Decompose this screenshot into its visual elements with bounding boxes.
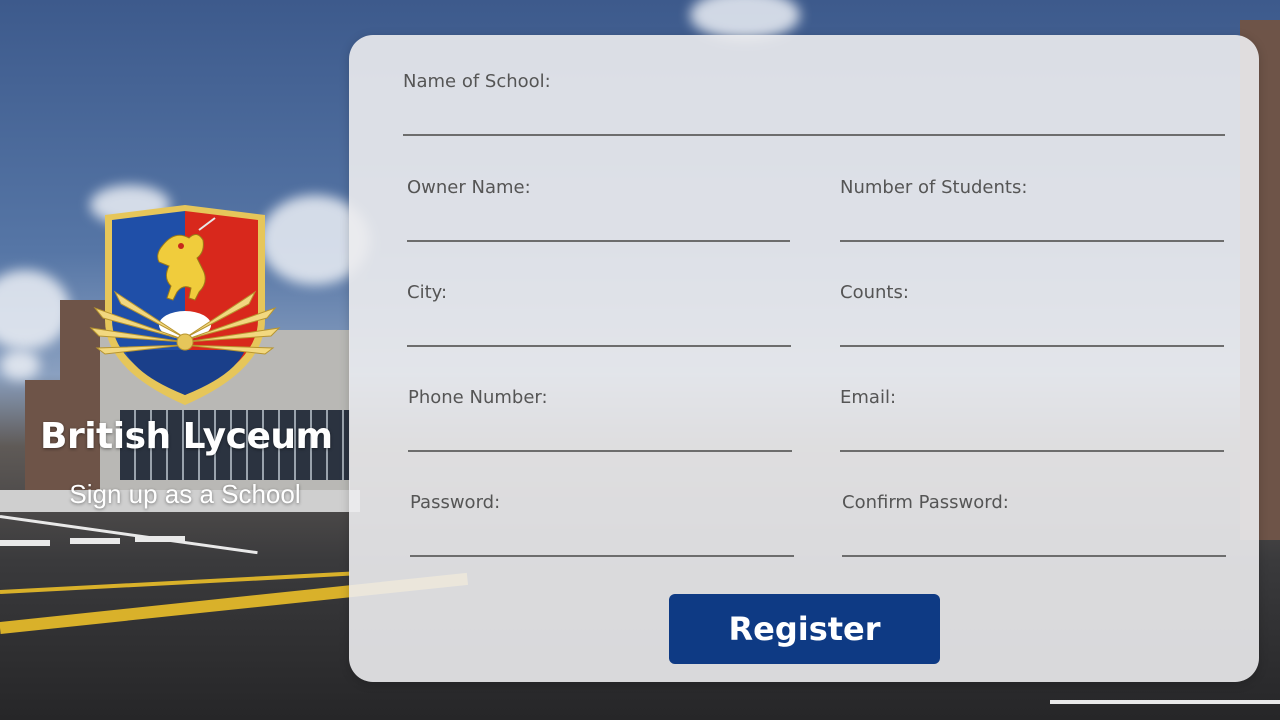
register-button[interactable]: Register [669, 594, 940, 664]
email-input[interactable] [840, 422, 1224, 452]
number-of-students-field: Number of Students: [840, 177, 1224, 242]
password-field: Password: [410, 492, 794, 557]
number-of-students-label: Number of Students: [840, 177, 1028, 198]
city-input[interactable] [407, 317, 791, 347]
email-field: Email: [840, 387, 1224, 452]
school-name-label: Name of School: [403, 71, 551, 92]
school-signup-form: Name of School: Owner Name: Number of St… [349, 35, 1259, 682]
confirm-password-field: Confirm Password: [842, 492, 1226, 557]
phone-number-field: Phone Number: [408, 387, 792, 452]
counts-input[interactable] [840, 317, 1224, 347]
password-input[interactable] [410, 527, 794, 557]
number-of-students-input[interactable] [840, 212, 1224, 242]
confirm-password-label: Confirm Password: [842, 492, 1009, 513]
lion-shield-crest-icon [89, 205, 281, 405]
owner-name-input[interactable] [407, 212, 790, 242]
school-name-field: Name of School: [403, 71, 1225, 136]
owner-name-label: Owner Name: [407, 177, 531, 198]
city-field: City: [407, 282, 791, 347]
brand-block: British Lyceum Sign up as a School [40, 200, 333, 510]
owner-name-field: Owner Name: [407, 177, 790, 242]
signup-screen: British Lyceum Sign up as a School Name … [0, 0, 1280, 720]
confirm-password-input[interactable] [842, 527, 1226, 557]
phone-number-input[interactable] [408, 422, 792, 452]
counts-field: Counts: [840, 282, 1224, 347]
page-subtitle: Sign up as a School [69, 479, 301, 509]
email-label: Email: [840, 387, 897, 408]
brand-name: British Lyceum [40, 416, 333, 457]
counts-label: Counts: [840, 282, 909, 303]
city-label: City: [407, 282, 448, 303]
phone-number-label: Phone Number: [408, 387, 548, 408]
password-label: Password: [410, 492, 501, 513]
school-name-input[interactable] [403, 106, 1225, 136]
